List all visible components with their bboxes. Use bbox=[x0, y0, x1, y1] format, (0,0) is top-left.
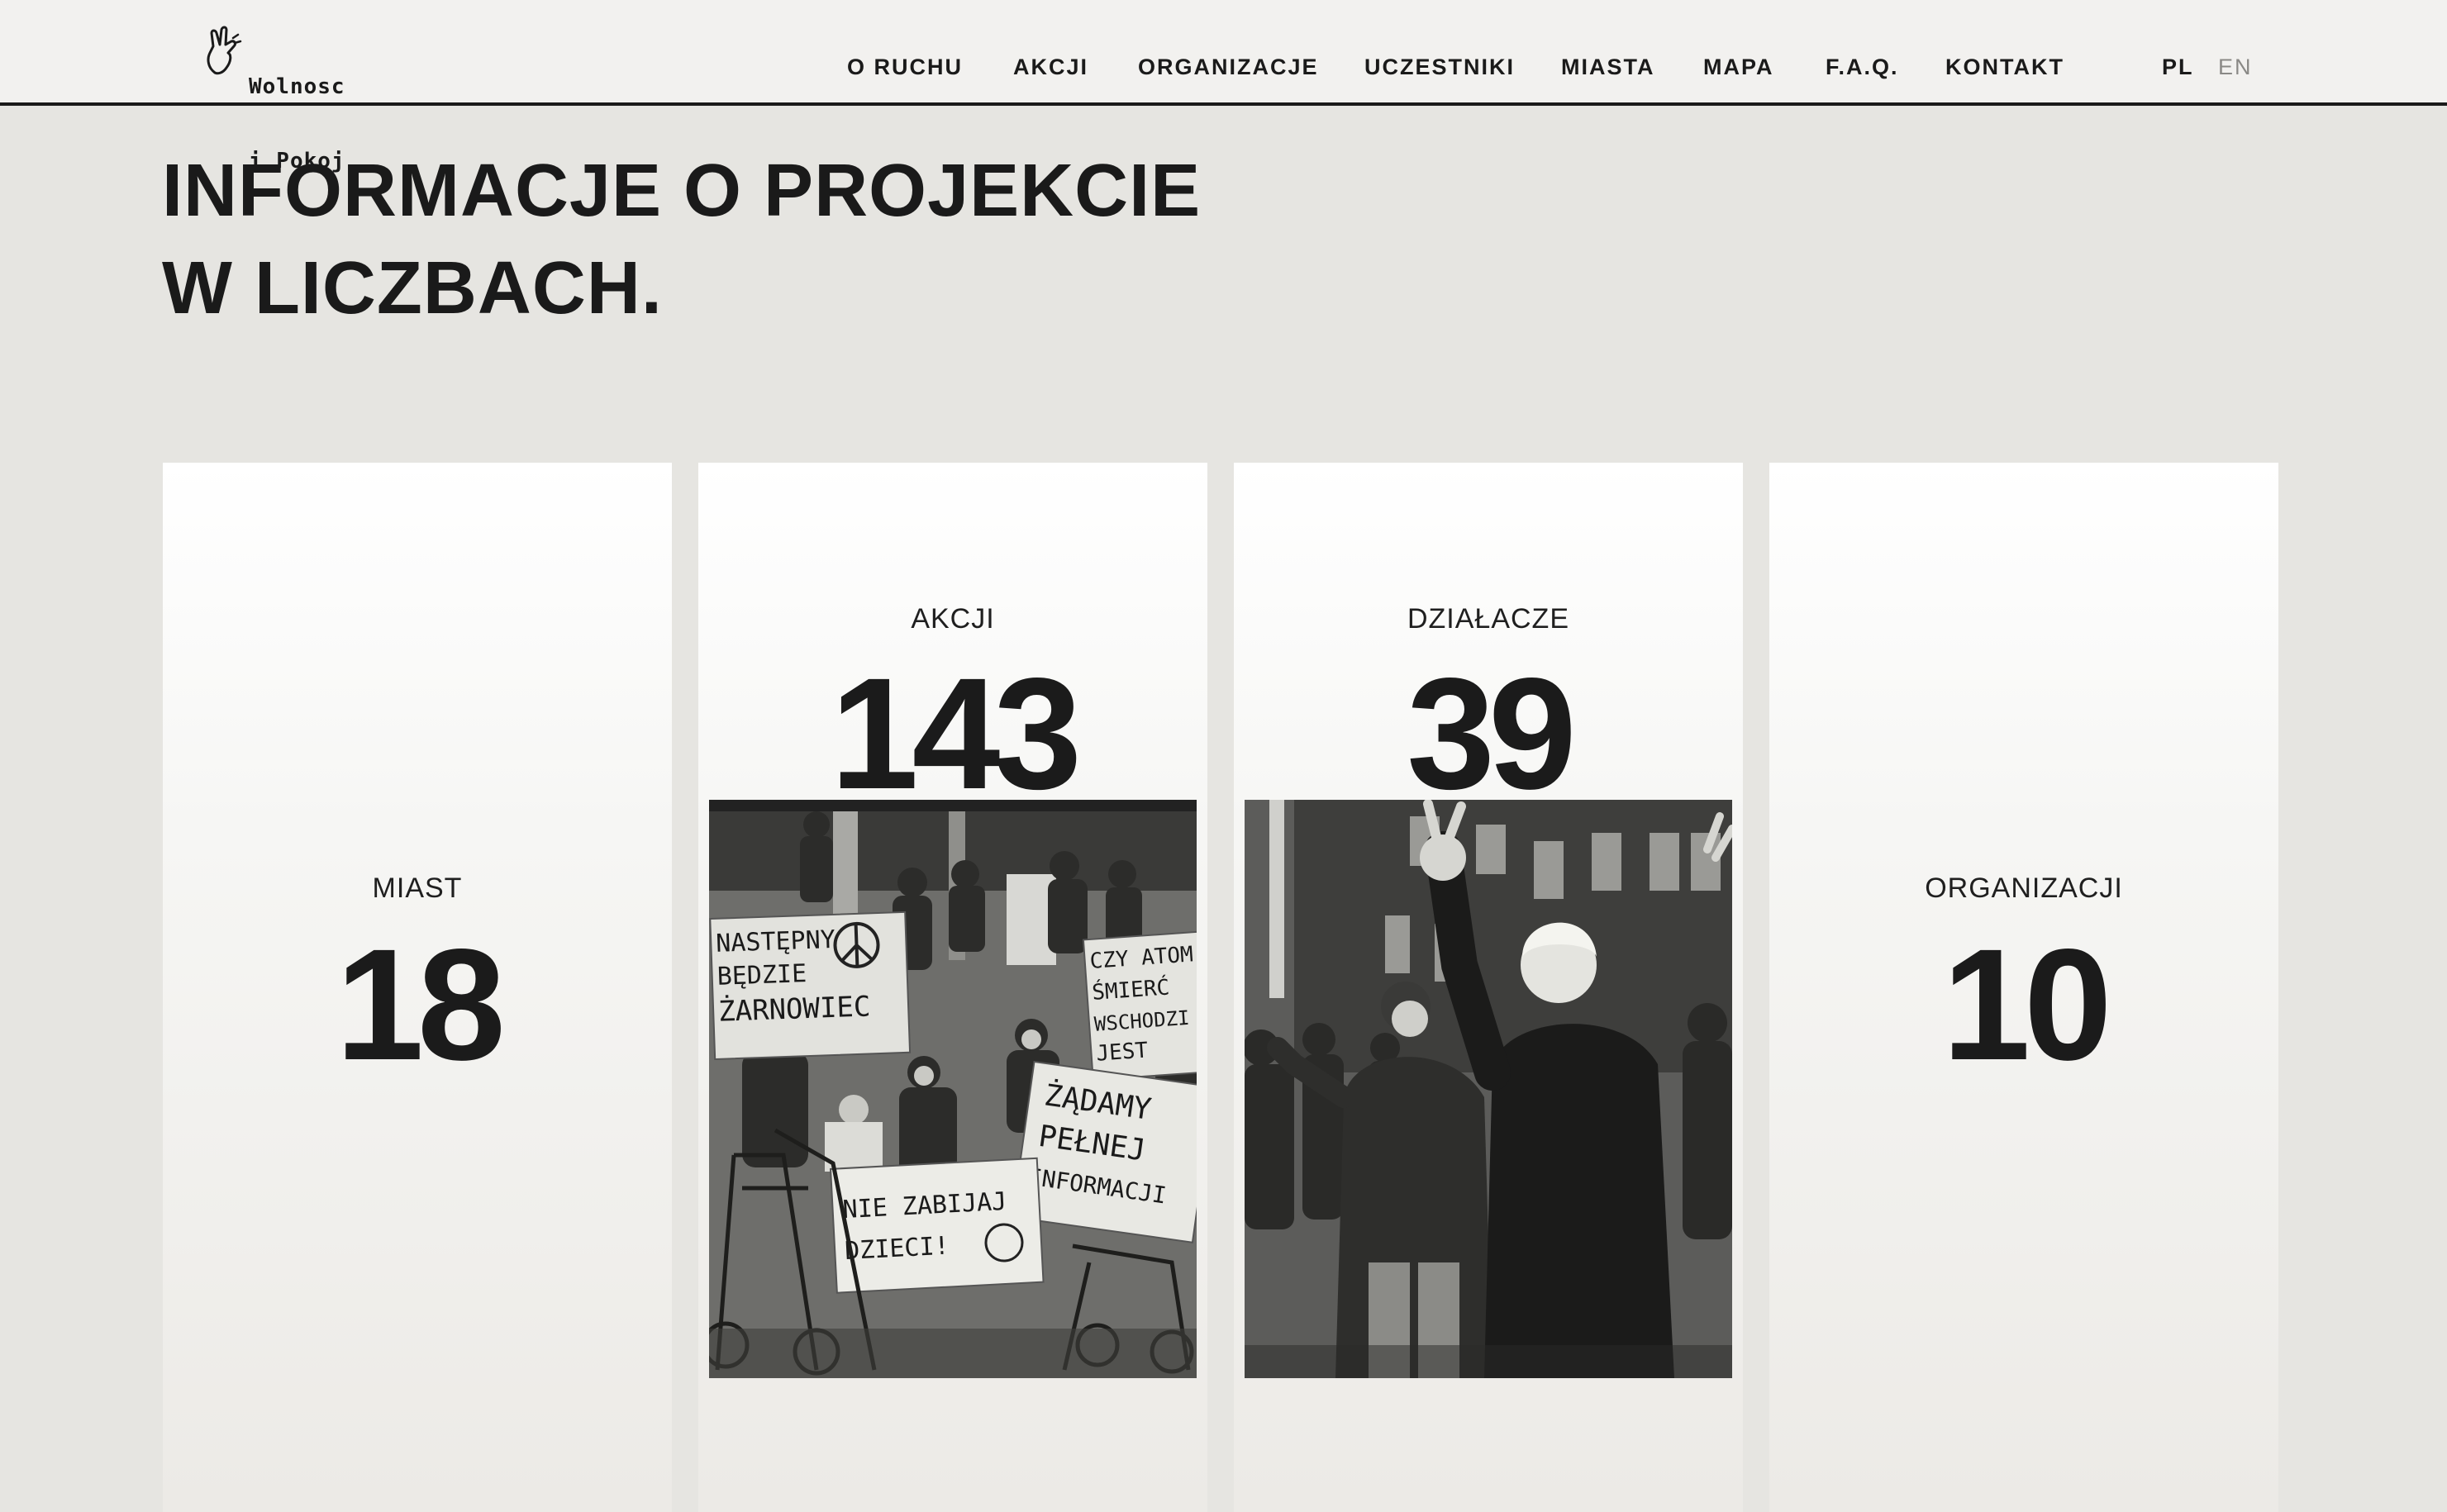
protest-photo: NASTĘPNY BĘDZIE ŻARNOWIEC CZY ATOM ŚMIER… bbox=[709, 800, 1197, 1378]
nav-faq[interactable]: F.A.Q. bbox=[1826, 55, 1899, 80]
stat-number: 10 bbox=[1942, 915, 2112, 1093]
sign-text: ŻARNOWIEC bbox=[718, 990, 872, 1028]
lang-en[interactable]: EN bbox=[2218, 55, 2253, 80]
stat-card-organizacji[interactable]: ORGANIZACJI 10 bbox=[1769, 463, 2278, 1512]
logo-line-1: Wolnosc bbox=[249, 74, 345, 99]
nav-uczestniki[interactable]: UCZESTNIKI bbox=[1364, 55, 1515, 80]
sign-text: DZIECI! bbox=[844, 1232, 950, 1267]
page-title-line-2: W LICZBACH. bbox=[162, 247, 663, 330]
nav-mapa[interactable]: MAPA bbox=[1703, 55, 1774, 80]
stat-card-dzialacze[interactable]: DZIAŁACZE 39 bbox=[1234, 463, 1743, 1512]
stat-label: DZIAŁACZE bbox=[1407, 603, 1570, 635]
site-logo[interactable]: Wolnosc i Pokoj bbox=[203, 23, 345, 174]
site-header: Wolnosc i Pokoj O RUCHU AKCJI ORGANIZACJ… bbox=[0, 0, 2447, 174]
activists-photo bbox=[1245, 800, 1732, 1378]
stat-label: ORGANIZACJI bbox=[1925, 872, 2123, 904]
stat-label: MIAST bbox=[372, 872, 463, 904]
stat-card-miast[interactable]: MIAST 18 bbox=[163, 463, 672, 1512]
protest-photo-image: NASTĘPNY BĘDZIE ŻARNOWIEC CZY ATOM ŚMIER… bbox=[709, 800, 1197, 1378]
nav-o-ruchu[interactable]: O RUCHU bbox=[847, 55, 963, 80]
stat-number: 39 bbox=[1407, 644, 1577, 822]
nav-organizacje[interactable]: ORGANIZACJE bbox=[1138, 55, 1319, 80]
nav-miasta[interactable]: MIASTA bbox=[1561, 55, 1655, 80]
nav-akcji[interactable]: AKCJI bbox=[1013, 55, 1088, 80]
activists-photo-image bbox=[1245, 800, 1732, 1378]
stat-card-akcji[interactable]: AKCJI 143 NASTĘPNY BĘDZIE ŻARNOWIEC CZY … bbox=[698, 463, 1207, 1512]
lang-pl[interactable]: PL bbox=[2162, 55, 2194, 80]
page-title-line-1: INFORMACJE O PROJEKCIE bbox=[162, 150, 1202, 232]
page-title: INFORMACJE O PROJEKCIE W LICZBACH. bbox=[162, 142, 1201, 337]
nav-kontakt[interactable]: KONTAKT bbox=[1945, 55, 2064, 80]
sign-text: BĘDZIE bbox=[716, 959, 807, 991]
stat-number: 143 bbox=[830, 644, 1082, 822]
sign-text: NASTĘPNY bbox=[716, 925, 836, 958]
hand-peace-logo-icon bbox=[207, 26, 242, 75]
sign-text: JEST bbox=[1096, 1038, 1150, 1066]
stat-number: 18 bbox=[336, 915, 506, 1093]
stat-label: AKCJI bbox=[911, 603, 995, 635]
